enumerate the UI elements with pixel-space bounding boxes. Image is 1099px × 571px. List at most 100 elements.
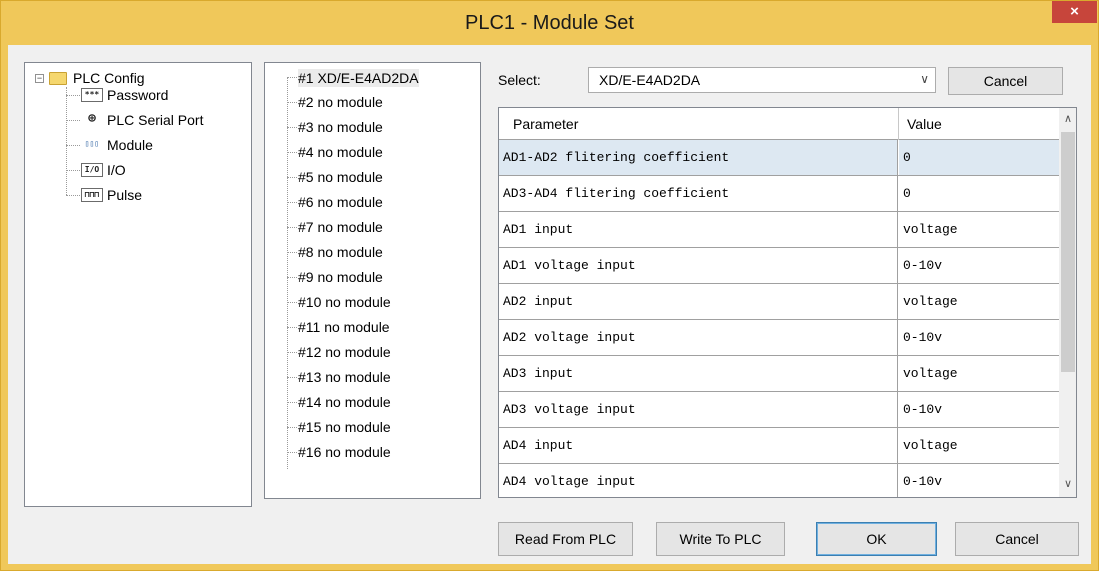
module-slot-3[interactable]: #3 no module (298, 118, 383, 136)
vertical-scrollbar[interactable]: ∧ ∨ (1059, 108, 1076, 497)
table-row[interactable]: AD1 voltage input 0-10v (499, 248, 1059, 284)
table-row[interactable]: AD3-AD4 flitering coefficient 0 (499, 176, 1059, 212)
module-select-dropdown[interactable]: XD/E-E4AD2DA ∨ (588, 67, 936, 93)
scrollbar-thumb[interactable] (1061, 132, 1075, 372)
module-slot-4[interactable]: #4 no module (298, 143, 383, 161)
table-row[interactable]: AD1-AD2 flitering coefficient 0 (499, 140, 1059, 176)
param-cell: AD2 input (499, 284, 898, 319)
module-slot-6[interactable]: #6 no module (298, 193, 383, 211)
tree-item-password[interactable]: Password (107, 86, 168, 106)
tree-item-plc-serial-port[interactable]: PLC Serial Port (107, 111, 203, 131)
param-cell: AD1 voltage input (499, 248, 898, 283)
ok-button[interactable]: OK (816, 522, 937, 556)
value-cell[interactable]: voltage (899, 428, 1059, 463)
config-tree: − PLC Config *** Password ⊕ PLC Serial P… (24, 62, 252, 507)
module-slot-14[interactable]: #14 no module (298, 393, 391, 411)
select-value: XD/E-E4AD2DA (599, 72, 701, 88)
module-slot-11[interactable]: #11 no module (298, 318, 390, 336)
value-cell[interactable]: 0 (899, 176, 1059, 211)
value-cell[interactable]: 0-10v (899, 464, 1059, 497)
pulse-icon: ⊓⊓⊓ (81, 188, 103, 202)
column-header-value[interactable]: Value (907, 116, 942, 132)
title-bar[interactable]: PLC1 - Module Set × (1, 1, 1098, 45)
param-cell: AD2 voltage input (499, 320, 898, 355)
column-header-parameter[interactable]: Parameter (513, 116, 578, 132)
module-slot-15[interactable]: #15 no module (298, 418, 391, 436)
close-icon: × (1070, 3, 1079, 20)
read-from-plc-button[interactable]: Read From PLC (498, 522, 633, 556)
table-row[interactable]: AD4 voltage input 0-10v (499, 464, 1059, 497)
param-cell: AD3 voltage input (499, 392, 898, 427)
module-slot-1[interactable]: #1 XD/E-E4AD2DA (298, 69, 419, 87)
tree-connector (287, 377, 297, 378)
tree-connector (287, 252, 297, 253)
table-row[interactable]: AD3 input voltage (499, 356, 1059, 392)
write-to-plc-button[interactable]: Write To PLC (656, 522, 785, 556)
select-label: Select: (498, 72, 541, 88)
module-slot-10[interactable]: #10 no module (298, 293, 391, 311)
top-cancel-button[interactable]: Cancel (948, 67, 1063, 95)
folder-icon (49, 72, 67, 85)
param-cell: AD3 input (499, 356, 898, 391)
password-icon: *** (81, 88, 103, 102)
tree-connector (287, 127, 297, 128)
module-icon: ▯▯▯ (81, 138, 103, 152)
serial-port-icon: ⊕ (81, 112, 103, 127)
tree-connector (287, 427, 297, 428)
table-row[interactable]: AD1 input voltage (499, 212, 1059, 248)
tree-connector (66, 87, 67, 195)
dialog-body: − PLC Config *** Password ⊕ PLC Serial P… (8, 45, 1091, 564)
module-slot-2[interactable]: #2 no module (298, 93, 383, 111)
tree-connector (287, 152, 297, 153)
tree-connector (287, 227, 297, 228)
module-slot-8[interactable]: #8 no module (298, 243, 383, 261)
tree-connector (66, 120, 80, 121)
tree-connector (66, 145, 80, 146)
module-slot-5[interactable]: #5 no module (298, 168, 383, 186)
cancel-button[interactable]: Cancel (955, 522, 1079, 556)
module-slot-12[interactable]: #12 no module (298, 343, 391, 361)
parameter-grid: Parameter Value AD1-AD2 flitering coeffi… (498, 107, 1077, 498)
module-slot-16[interactable]: #16 no module (298, 443, 391, 461)
grid-header: Parameter Value (499, 108, 1059, 140)
value-cell[interactable]: voltage (899, 212, 1059, 247)
tree-connector (287, 452, 297, 453)
module-slot-13[interactable]: #13 no module (298, 368, 391, 386)
tree-connector (287, 202, 297, 203)
tree-connector (287, 277, 297, 278)
tree-item-io[interactable]: I/O (107, 161, 126, 181)
close-button[interactable]: × (1052, 1, 1097, 23)
tree-connector (287, 102, 297, 103)
value-cell[interactable]: voltage (899, 356, 1059, 391)
scroll-down-icon[interactable]: ∨ (1059, 477, 1076, 493)
tree-connector (287, 352, 297, 353)
tree-collapse-toggle[interactable]: − (35, 74, 44, 83)
module-slot-9[interactable]: #9 no module (298, 268, 383, 286)
window-title: PLC1 - Module Set (465, 12, 634, 34)
module-set-window: PLC1 - Module Set × − PLC Config *** Pas… (0, 0, 1099, 571)
value-cell[interactable]: 0-10v (899, 392, 1059, 427)
tree-item-pulse[interactable]: Pulse (107, 186, 142, 206)
tree-connector (287, 302, 297, 303)
tree-connector (66, 195, 80, 196)
value-cell[interactable]: 0-10v (899, 248, 1059, 283)
module-slot-7[interactable]: #7 no module (298, 218, 383, 236)
param-cell: AD1 input (499, 212, 898, 247)
param-cell: AD1-AD2 flitering coefficient (499, 140, 898, 175)
table-row[interactable]: AD4 input voltage (499, 428, 1059, 464)
tree-connector (287, 177, 297, 178)
scroll-up-icon[interactable]: ∧ (1059, 112, 1076, 128)
param-cell: AD4 input (499, 428, 898, 463)
value-cell[interactable]: 0 (899, 140, 1059, 175)
table-row[interactable]: AD2 voltage input 0-10v (499, 320, 1059, 356)
value-cell[interactable]: voltage (899, 284, 1059, 319)
value-cell[interactable]: 0-10v (899, 320, 1059, 355)
tree-connector (287, 327, 297, 328)
tree-connector (66, 170, 80, 171)
column-divider[interactable] (898, 108, 899, 140)
param-cell: AD4 voltage input (499, 464, 898, 497)
tree-item-module[interactable]: Module (107, 136, 153, 156)
table-row[interactable]: AD2 input voltage (499, 284, 1059, 320)
param-cell: AD3-AD4 flitering coefficient (499, 176, 898, 211)
table-row[interactable]: AD3 voltage input 0-10v (499, 392, 1059, 428)
